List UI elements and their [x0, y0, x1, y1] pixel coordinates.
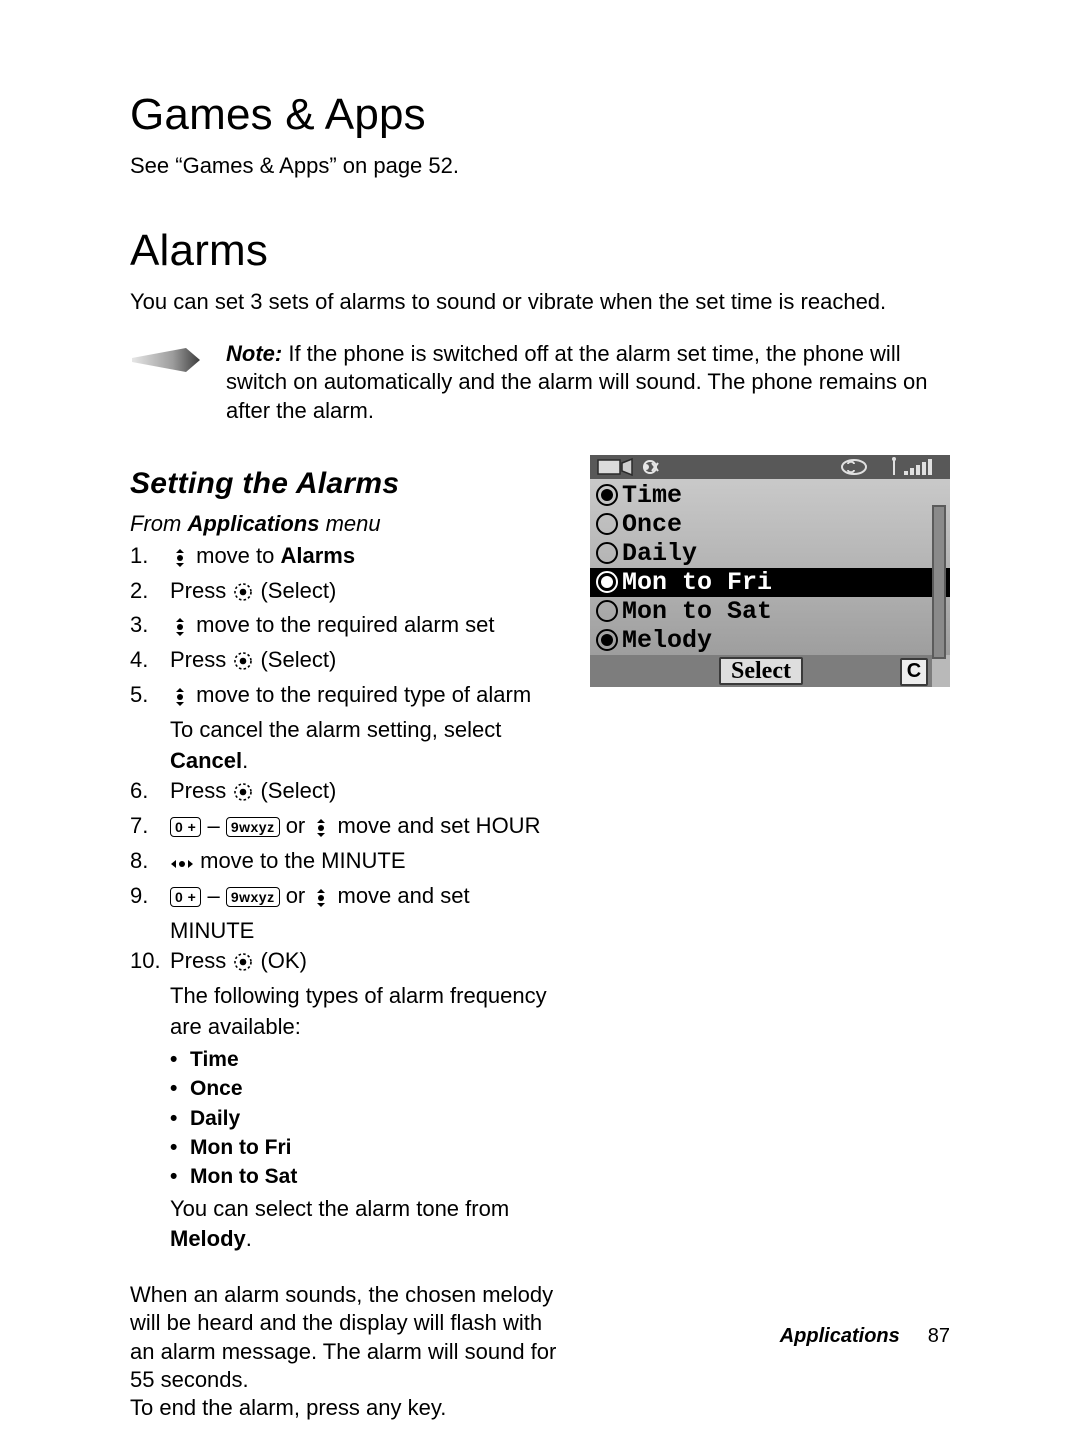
phone-softkey-bar: Select C: [590, 655, 932, 687]
note-body: If the phone is switched off at the alar…: [226, 341, 928, 422]
softkey-select[interactable]: Select: [719, 657, 803, 685]
freq-time: Time: [170, 1045, 558, 1074]
frequency-intro: The following types of alarm frequency a…: [130, 981, 558, 1043]
step-3: move to the required alarm set: [130, 610, 558, 645]
phone-item-melody[interactable]: Melody: [590, 626, 950, 655]
status-left-icons: [596, 457, 686, 477]
nav-updown-icon: [312, 815, 330, 846]
nav-center-icon: [233, 649, 253, 680]
nav-center-icon: [233, 950, 253, 981]
heading-setting-alarms: Setting the Alarms: [130, 467, 558, 501]
phone-item-mon-fri[interactable]: Mon to Fri: [590, 568, 950, 597]
melody-line: You can select the alarm tone from Melod…: [130, 1194, 558, 1256]
footer-section: Applications: [780, 1325, 900, 1347]
note-arrow-icon: [130, 342, 202, 378]
freq-mon-sat: Mon to Sat: [170, 1162, 558, 1191]
nav-updown-icon: [171, 614, 189, 645]
phone-screenshot: Time Once Daily Mon to Fri Mon to Sat Me…: [590, 455, 950, 687]
frequency-list: Time Once Daily Mon to Fri Mon to Sat: [130, 1045, 558, 1192]
nav-updown-icon: [171, 684, 189, 715]
games-apps-ref: See “Games & Apps” on page 52.: [130, 152, 950, 180]
nav-updown-icon: [171, 545, 189, 576]
alarm-behaviour: When an alarm sounds, the chosen melody …: [130, 1281, 558, 1422]
page-footer: Applications 87: [780, 1325, 950, 1348]
softkey-clear[interactable]: C: [900, 658, 928, 686]
nav-leftright-icon: [171, 850, 193, 881]
note-text: Note: If the phone is switched off at th…: [226, 340, 950, 424]
footer-page-number: 87: [928, 1325, 950, 1347]
phone-statusbar: [590, 455, 950, 479]
from-applications: From Applications menu: [130, 511, 558, 537]
freq-daily: Daily: [170, 1104, 558, 1133]
phone-item-mon-sat[interactable]: Mon to Sat: [590, 597, 950, 626]
phone-scrollbar[interactable]: [932, 505, 946, 659]
step-4: Press (Select): [130, 645, 558, 680]
key-0: 0 +: [170, 887, 201, 907]
step-5: move to the required type of alarm To ca…: [130, 680, 558, 776]
step-2: Press (Select): [130, 576, 558, 611]
alarms-intro: You can set 3 sets of alarms to sound or…: [130, 288, 950, 316]
phone-menu-list: Time Once Daily Mon to Fri Mon to Sat Me…: [590, 479, 950, 655]
steps-list: move to Alarms Press (Select) move to th…: [130, 541, 558, 981]
step-6: Press (Select): [130, 776, 558, 811]
key-9: 9wxyz: [226, 887, 280, 907]
key-0: 0 +: [170, 817, 201, 837]
note-lead: Note:: [226, 341, 282, 366]
freq-once: Once: [170, 1074, 558, 1103]
key-9: 9wxyz: [226, 817, 280, 837]
heading-games-apps: Games & Apps: [130, 90, 950, 140]
step-1: move to Alarms: [130, 541, 558, 576]
nav-center-icon: [233, 780, 253, 811]
step-9: 0 + – 9wxyz or move and set MINUTE: [130, 881, 558, 947]
nav-updown-icon: [312, 885, 330, 916]
heading-alarms: Alarms: [130, 226, 950, 276]
freq-mon-fri: Mon to Fri: [170, 1133, 558, 1162]
phone-item-time[interactable]: Time: [590, 481, 950, 510]
step-10: Press (OK): [130, 946, 558, 981]
step-8: move to the MINUTE: [130, 846, 558, 881]
nav-center-icon: [233, 580, 253, 611]
phone-item-once[interactable]: Once: [590, 510, 950, 539]
note-block: Note: If the phone is switched off at th…: [130, 340, 950, 424]
phone-item-daily[interactable]: Daily: [590, 539, 950, 568]
step-7: 0 + – 9wxyz or move and set HOUR: [130, 811, 558, 846]
status-right-icons: [834, 457, 944, 477]
